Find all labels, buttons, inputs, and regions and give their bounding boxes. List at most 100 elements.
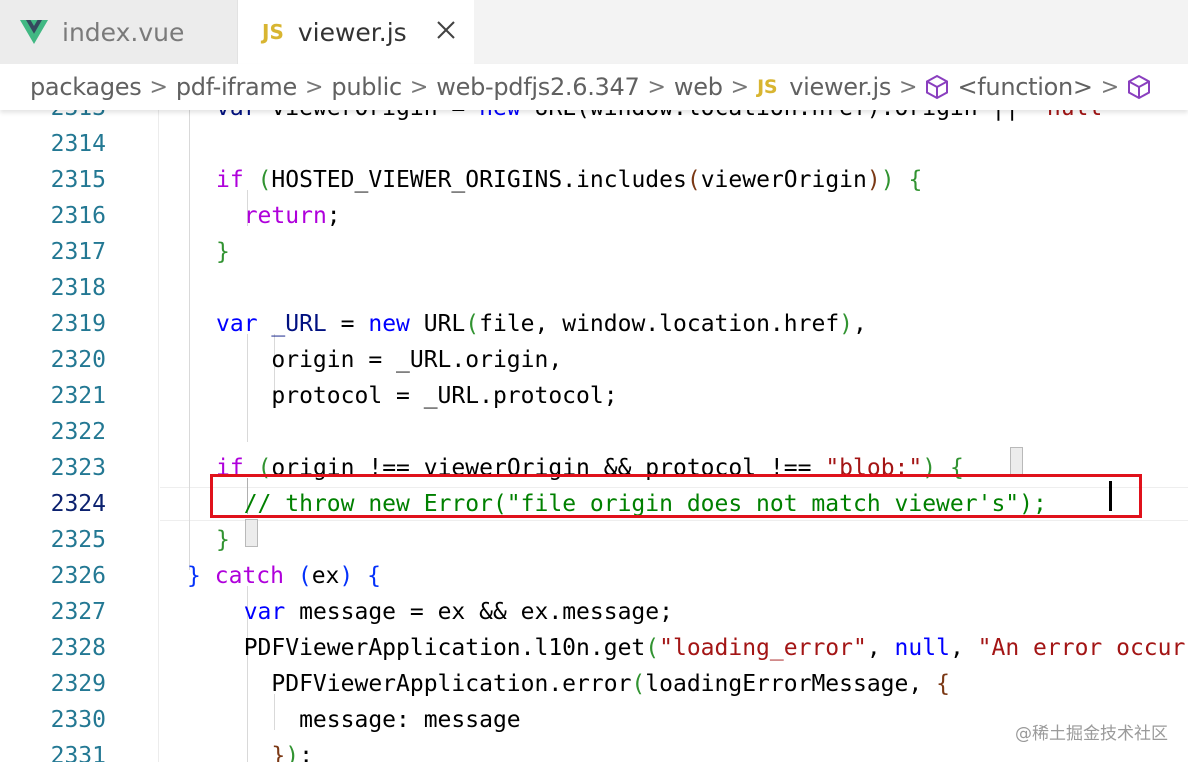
code-token: ) [839,311,854,337]
watermark: @稀土掘金技术社区 [1015,724,1168,744]
breadcrumb-item-pdf-iframe[interactable]: pdf-iframe [176,73,297,101]
code-line[interactable]: 2316 return; [0,198,1188,234]
code-token: } [216,527,230,553]
breadcrumb-item-public[interactable]: public [331,73,402,101]
tab-viewer-js[interactable]: JS viewer.js [238,0,474,64]
code-token: ( [631,671,646,697]
code-token: , [853,311,867,337]
code-text: PDFViewerApplication.l10n.get("loading_e… [216,630,1188,666]
code-line[interactable]: 2330 message: message [0,702,1188,738]
code-text: PDFViewerApplication.error(loadingErrorM… [216,666,950,702]
close-icon[interactable] [434,18,458,42]
tab-label: viewer.js [297,17,407,47]
line-number: 2319 [50,311,106,337]
code-line[interactable]: 2320 origin = _URL.origin, [0,342,1188,378]
vue-logo-icon [20,20,48,44]
code-token: null [894,635,950,661]
code-text: } [216,522,230,558]
line-number: 2320 [50,347,106,373]
code-token: { [367,563,381,589]
code-token: ) [866,167,881,193]
code-line[interactable]: 2317} [0,234,1188,270]
line-number: 2324 [50,491,106,517]
code-token: { [936,671,950,697]
code-text: if (HOSTED_VIEWER_ORIGINS.includes(viewe… [216,162,922,198]
editor-window: index.vue JS viewer.js 2313 var viewerOri… [0,0,1188,762]
breadcrumb-item-web[interactable]: web [674,73,723,101]
line-number: 2330 [50,707,106,733]
line-number: 2326 [50,563,106,589]
chevron-right-icon: > [647,74,666,100]
code-token: ; [299,743,313,762]
code-token: var [243,599,286,625]
code-token: , [949,635,978,661]
code-token: file, window.location.href [479,311,840,337]
line-number: 2323 [50,455,106,481]
code-token: ( [686,167,701,193]
red-highlight-box [210,474,1142,518]
code-text: } [216,234,230,270]
cube-symbol-icon [926,74,949,100]
code-line[interactable]: 2319 var _URL = new URL(file, window.loca… [0,306,1188,342]
code-line[interactable]: 2315 if (HOSTED_VIEWER_ORIGINS.includes(v… [0,162,1188,198]
breadcrumb-item-file[interactable]: viewer.js [789,73,891,101]
chevron-right-icon: > [304,74,324,100]
code-text: }); [216,738,313,762]
line-number: 2327 [50,599,106,625]
code-token: PDFViewerApplication.l10n.get [216,635,646,661]
code-token: ( [297,563,312,589]
chevron-right-icon: > [149,74,168,100]
chevron-right-icon: > [409,74,429,100]
code-line[interactable]: 2322 [0,414,1188,450]
code-token: ; [326,203,341,229]
code-token: loadingErrorMessage, [645,671,937,697]
code-token: var [216,311,258,337]
code-token: message: message [216,707,521,733]
code-token: ( [257,167,272,193]
code-line[interactable]: 2328 PDFViewerApplication.l10n.get("load… [0,630,1188,666]
code-token: , [866,635,895,661]
breadcrumb-item-web-pdfjs[interactable]: web-pdfjs2.6.347 [436,73,639,101]
code-token: ( [465,311,480,337]
code-line[interactable]: 2325} [0,522,1188,558]
breadcrumb-item-packages[interactable]: packages [30,73,142,101]
tab-label: index.vue [62,17,185,47]
code-token: new [368,311,410,337]
tab-bar: index.vue JS viewer.js [0,0,1188,64]
code-token: catch [214,563,284,589]
code-token: ( [645,635,660,661]
code-line[interactable]: 2326} catch (ex) { [0,558,1188,594]
line-number: 2315 [50,167,106,193]
code-text: var _URL = new URL(file, window.location… [216,306,867,342]
code-token: URL [409,311,466,337]
line-number: 2321 [50,383,106,409]
cube-symbol-icon [1128,74,1151,100]
line-number: 2317 [50,239,106,265]
chevron-right-icon: > [899,74,918,100]
code-line[interactable]: 2329 PDFViewerApplication.error(loadingE… [0,666,1188,702]
code-line[interactable]: 2318 [0,270,1188,306]
code-text: protocol = _URL.protocol; [216,378,617,414]
code-editor[interactable]: 2313 var viewerOrigin = new URL(window.lo… [0,100,1188,762]
breadcrumb: packages > pdf-iframe > public > web-pdf… [0,64,1188,110]
code-token: return [243,203,327,229]
tab-index-vue[interactable]: index.vue [0,0,238,64]
line-number: 2329 [50,671,106,697]
code-token: "An error occurred while loading the PDF… [977,635,1188,661]
code-line[interactable]: 2331 }); [0,738,1188,762]
code-line[interactable]: 2314 [0,126,1188,162]
breadcrumb-item-function[interactable]: <function> [957,73,1093,101]
code-line[interactable]: 2321 protocol = _URL.protocol; [0,378,1188,414]
code-token: ) [880,167,895,193]
code-line[interactable]: 2327 var message = ex && ex.message; [0,594,1188,630]
code-token: PDFViewerApplication.error [216,671,632,697]
line-number: 2322 [50,419,106,445]
code-token: message = ex && ex.message; [285,599,673,625]
code-token: = [326,311,369,337]
code-token: HOSTED_VIEWER_ORIGINS.includes [271,167,687,193]
